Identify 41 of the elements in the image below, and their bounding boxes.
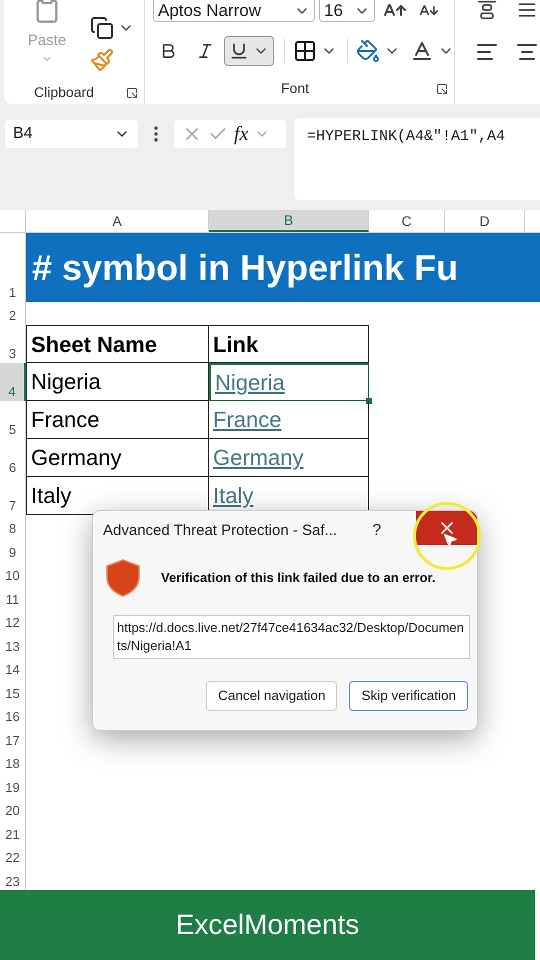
header-cell: Sheet Name xyxy=(26,325,209,363)
dialog-message: Verification of this link failed due to an error. xyxy=(161,569,436,588)
underline-icon[interactable] xyxy=(229,41,249,61)
channel-banner: ExcelMoments xyxy=(0,890,535,960)
table-cell: Germany xyxy=(26,439,209,477)
link-cell[interactable]: France xyxy=(209,401,369,439)
fill-handle[interactable] xyxy=(366,398,372,404)
row-header[interactable]: 4 xyxy=(0,363,26,401)
link-cell[interactable]: Germany xyxy=(209,439,369,477)
font-size-dropdown[interactable]: 16 xyxy=(319,0,375,22)
copy-icon[interactable] xyxy=(90,16,114,40)
header-cell: Link xyxy=(209,325,369,363)
column-header[interactable]: B xyxy=(209,210,369,232)
table-cell: Nigeria xyxy=(26,363,209,401)
shield-icon xyxy=(105,559,141,597)
borders-icon[interactable] xyxy=(293,39,317,63)
font-name-dropdown[interactable]: Aptos Narrow xyxy=(153,0,315,22)
dialog-button[interactable]: Cancel navigation xyxy=(206,681,338,711)
name-box[interactable]: B4 xyxy=(5,120,138,148)
format-painter-icon[interactable] xyxy=(90,48,114,72)
formula-field[interactable]: =HYPERLINK(A4&"!A1",A4 xyxy=(294,118,540,200)
underline-button[interactable] xyxy=(224,36,274,66)
group-label: Clipboard xyxy=(34,83,94,102)
help-button[interactable]: ? xyxy=(372,511,416,543)
top-align-icon[interactable] xyxy=(475,0,499,20)
dialog-launcher-icon[interactable] xyxy=(436,82,448,94)
fill-color-icon[interactable] xyxy=(356,39,380,63)
font-color-icon[interactable] xyxy=(410,39,434,63)
column-header[interactable]: C xyxy=(369,210,445,232)
cursor-icon xyxy=(442,532,458,548)
title-banner: # symbol in Hyperlink Fu xyxy=(26,233,540,302)
table-cell: France xyxy=(26,401,209,439)
close-button[interactable] xyxy=(416,511,477,545)
insert-function-button[interactable]: fx xyxy=(234,119,248,149)
dialog-launcher-icon[interactable] xyxy=(126,86,138,98)
group-label: Font xyxy=(281,79,310,98)
dialog-button[interactable]: Skip verification xyxy=(349,681,468,711)
link-cell[interactable]: Nigeria xyxy=(209,363,369,401)
dialog-title: Advanced Threat Protection - Saf... xyxy=(102,521,338,541)
column-header[interactable]: D xyxy=(445,210,525,232)
url-field: https://d.docs.live.net/27f47ce41634ac32/Desktop/Documents/Nigeria!A1 xyxy=(113,615,470,659)
